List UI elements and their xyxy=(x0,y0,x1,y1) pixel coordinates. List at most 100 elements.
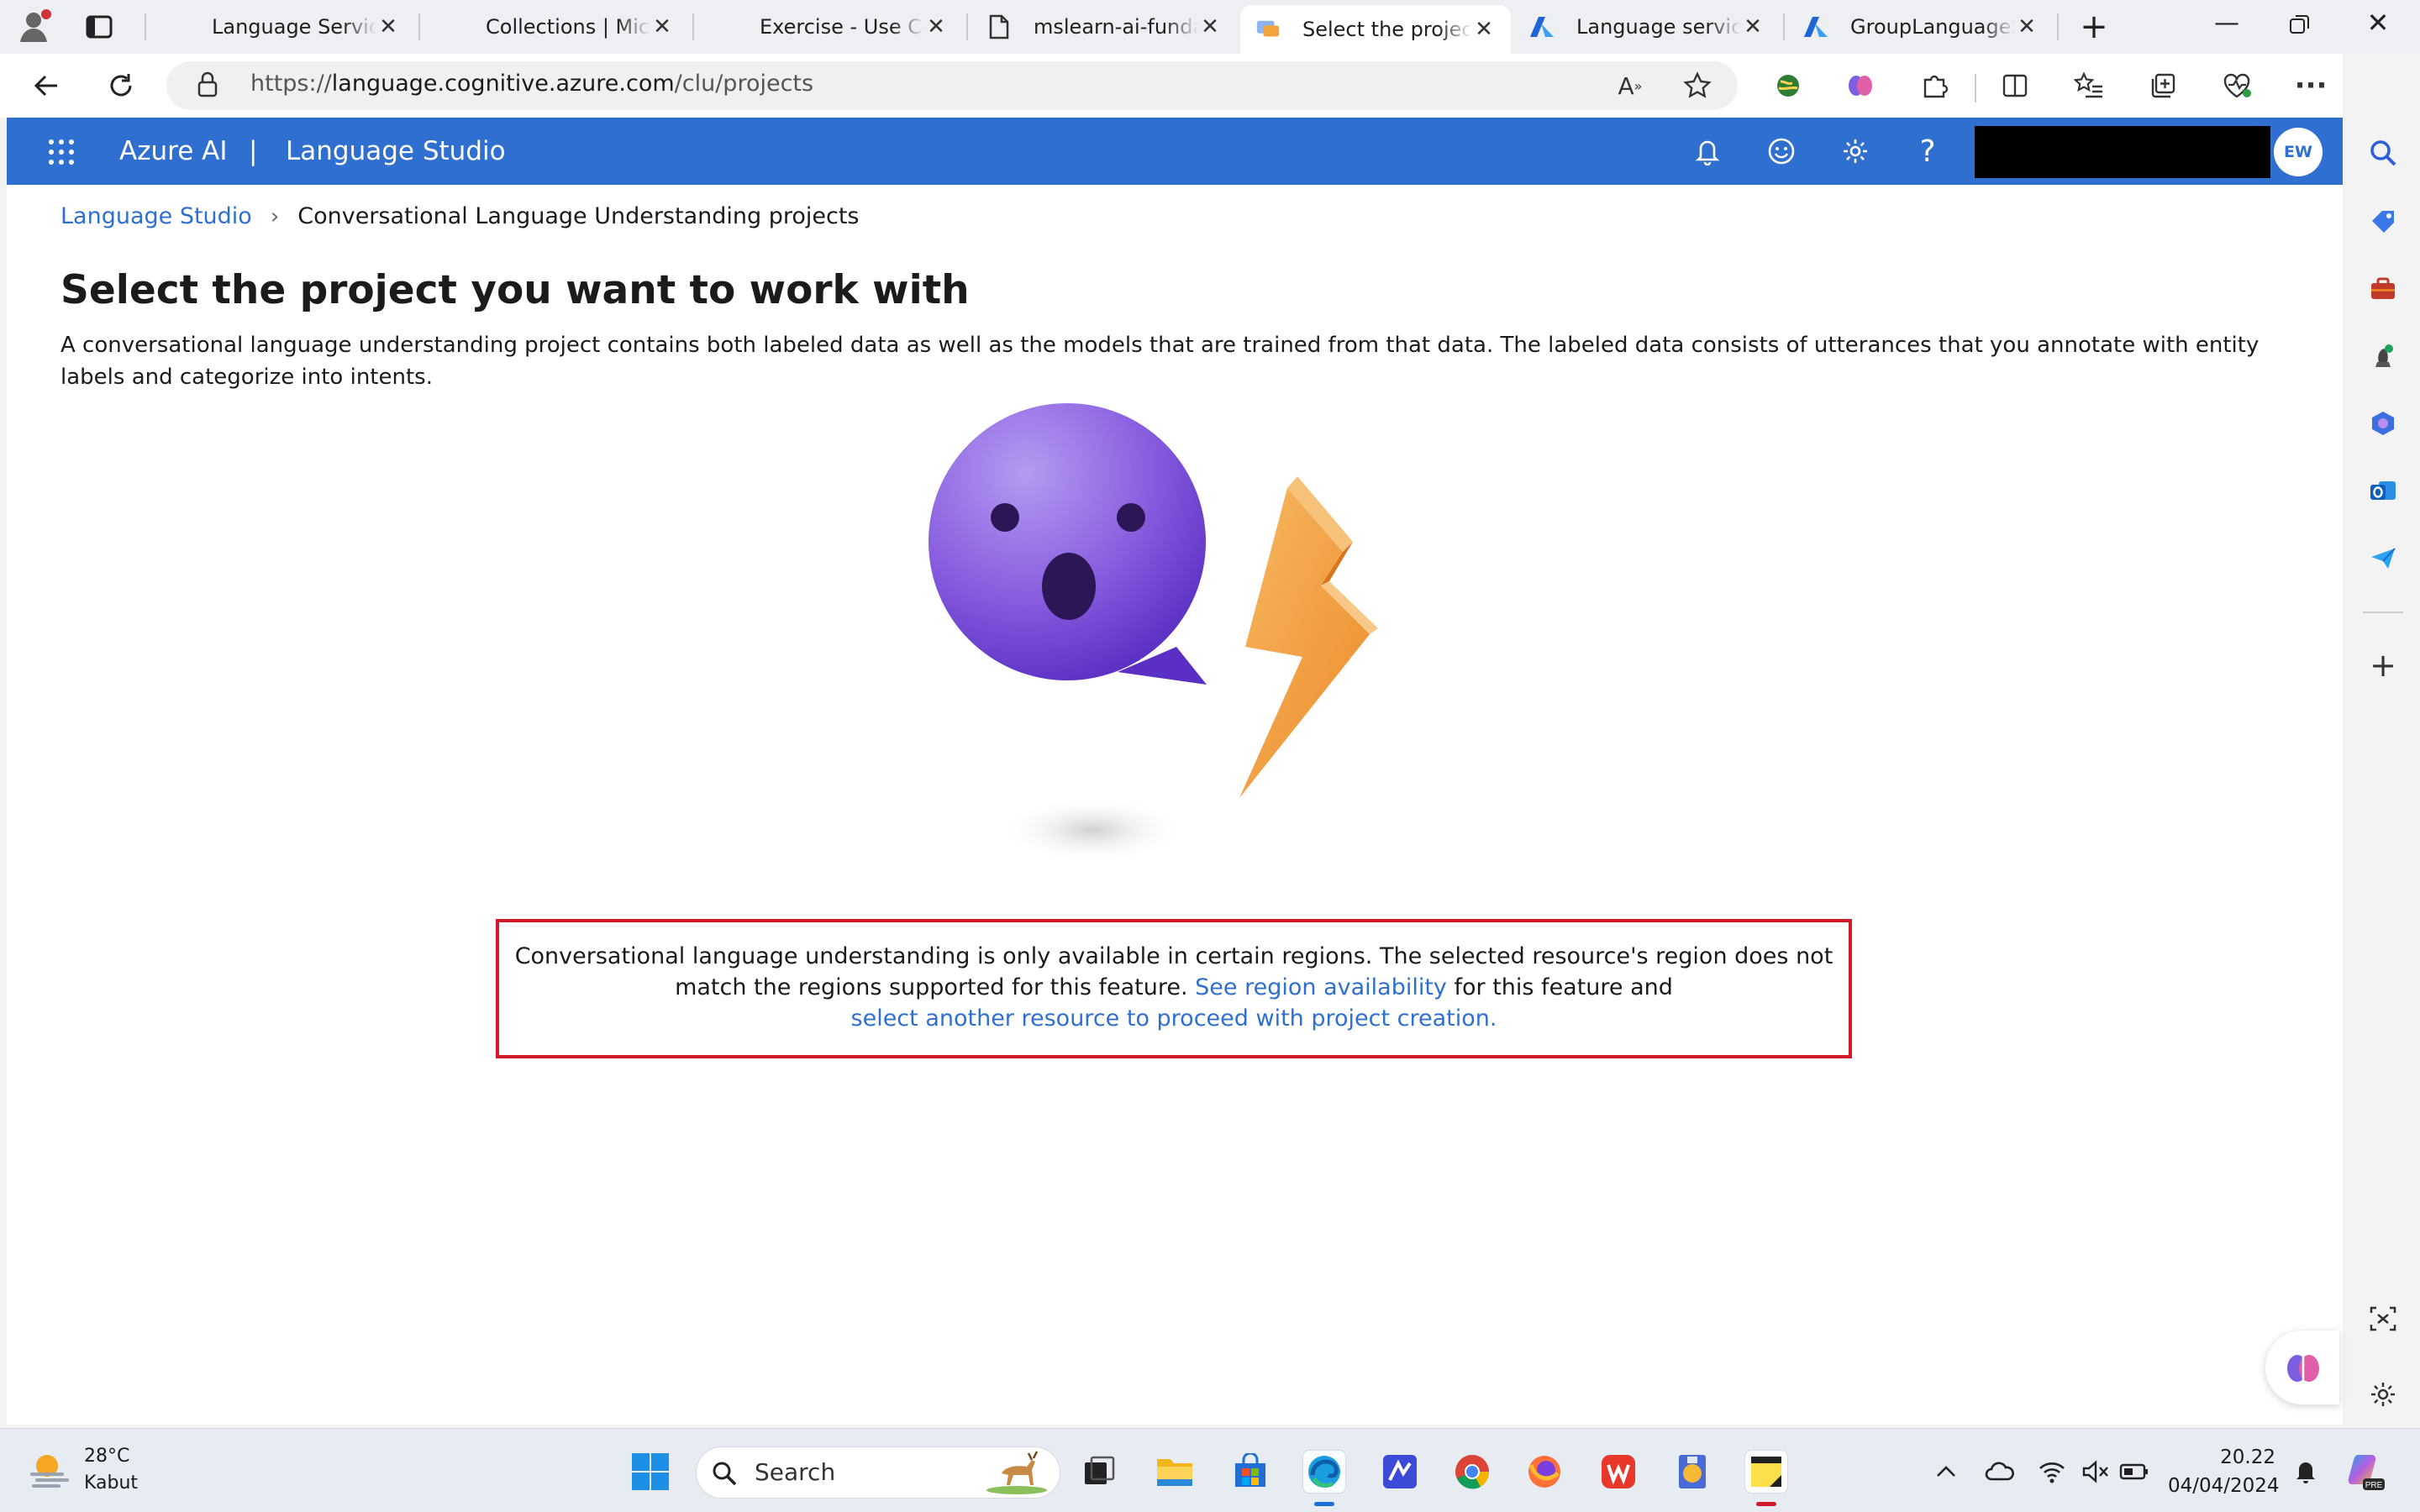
tab-mslearn[interactable]: mslearn-ai-fundam ✕ xyxy=(971,5,1237,49)
sticky-notes-icon[interactable] xyxy=(1744,1450,1788,1494)
show-hidden-icons-chevron-icon[interactable] xyxy=(1931,1457,1961,1487)
sidebar-search-icon[interactable] xyxy=(2366,136,2400,170)
weather-temperature: 28°C xyxy=(84,1446,130,1467)
notifications-bell-icon[interactable] xyxy=(1689,133,1726,170)
clock-time: 20.22 xyxy=(2220,1446,2275,1468)
wifi-icon[interactable] xyxy=(2037,1457,2067,1487)
url-text[interactable]: https://language.cognitive.azure.com/clu… xyxy=(250,71,813,97)
sidebar-shopping-icon[interactable] xyxy=(2366,205,2400,239)
tab-select-project[interactable]: Select the project ✕ xyxy=(1240,5,1511,54)
favorites-list-icon[interactable] xyxy=(2069,66,2109,106)
close-tab-icon[interactable]: ✕ xyxy=(1198,14,1222,39)
tab-exercise[interactable]: Exercise - Use Con ✕ xyxy=(697,5,963,49)
more-menu-icon[interactable]: ··· xyxy=(2291,66,2331,106)
tab-collections[interactable]: Collections | Micro ✕ xyxy=(424,5,689,49)
close-tab-icon[interactable]: ✕ xyxy=(1741,14,1765,39)
tab-group-language[interactable]: GroupLanguageSe ✕ xyxy=(1788,5,2054,49)
sidebar-send-icon[interactable] xyxy=(2366,541,2400,575)
header-divider: | xyxy=(249,136,258,166)
brand-azure-ai[interactable]: Azure AI xyxy=(119,136,227,166)
favorite-star-icon[interactable] xyxy=(1677,66,1718,106)
taskbar-clock[interactable]: 20.22 04/04/2024 xyxy=(2168,1443,2280,1500)
surprised-chat-bubble-illustration xyxy=(929,403,1378,864)
collections-icon[interactable] xyxy=(2143,66,2183,106)
windows-start-icon[interactable] xyxy=(629,1450,672,1494)
sidebar-settings-icon[interactable] xyxy=(2366,1378,2400,1411)
weather-condition: Kabut xyxy=(84,1473,139,1494)
wps-office-icon[interactable] xyxy=(1597,1450,1640,1494)
page-description: A conversational language understanding … xyxy=(60,333,2260,390)
edge-sidebar xyxy=(2343,54,2420,1425)
settings-gear-icon[interactable] xyxy=(1837,133,1874,170)
task-view-icon[interactable] xyxy=(1077,1450,1121,1494)
azure-icon xyxy=(1529,14,1555,39)
microsoft-store-icon[interactable] xyxy=(1228,1450,1272,1494)
read-aloud-icon[interactable]: A» xyxy=(1610,66,1650,106)
app-launcher-icon[interactable] xyxy=(47,138,76,166)
document-icon xyxy=(986,14,1012,39)
copilot-preview-taskbar-icon[interactable]: PRE xyxy=(2344,1452,2386,1494)
onedrive-cloud-icon[interactable] xyxy=(1985,1457,2015,1487)
minimize-window-icon[interactable]: — xyxy=(2210,8,2244,42)
extensions-puzzle-icon[interactable] xyxy=(1914,66,1954,106)
tab-language-service-azure[interactable]: Language service ✕ xyxy=(1514,5,1780,49)
weather-widget[interactable]: 28°C Kabut xyxy=(29,1443,138,1497)
lock-icon[interactable] xyxy=(195,71,225,101)
account-info-redacted[interactable] xyxy=(1975,126,2270,178)
globe-extension-icon[interactable] xyxy=(1768,66,1808,106)
feedback-smiley-icon[interactable] xyxy=(1763,133,1800,170)
battery-icon[interactable] xyxy=(2119,1457,2149,1487)
notice-text: Conversational language understanding is… xyxy=(514,943,1833,1032)
copilot-floating-button[interactable] xyxy=(2265,1331,2339,1404)
region-availability-link[interactable]: See region availability xyxy=(1195,974,1447,1000)
breadcrumb-current: Conversational Language Understanding pr… xyxy=(297,203,860,229)
close-tab-icon[interactable]: ✕ xyxy=(924,14,948,39)
profile-icon[interactable] xyxy=(15,7,54,45)
select-another-resource-link[interactable]: select another resource to proceed with … xyxy=(851,1005,1497,1032)
tab-actions-icon[interactable] xyxy=(84,12,114,42)
weather-sun-haze-icon xyxy=(30,1455,69,1488)
visual-studio-app-icon[interactable] xyxy=(1378,1450,1422,1494)
language-studio-icon xyxy=(1255,17,1281,42)
brain-extension-icon[interactable] xyxy=(1840,66,1881,106)
help-question-icon[interactable]: ? xyxy=(1909,133,1946,170)
sidebar-microsoft365-icon[interactable] xyxy=(2366,407,2400,440)
notification-bell-icon[interactable] xyxy=(2291,1457,2321,1487)
breadcrumb-link-language-studio[interactable]: Language Studio xyxy=(60,203,252,229)
close-window-icon[interactable]: ✕ xyxy=(2361,7,2395,40)
back-arrow-icon[interactable] xyxy=(27,66,67,106)
microsoft-logo-icon xyxy=(439,14,464,39)
volume-muted-icon[interactable] xyxy=(2081,1457,2111,1487)
close-tab-icon[interactable]: ✕ xyxy=(650,14,674,39)
close-tab-icon[interactable]: ✕ xyxy=(2015,14,2039,39)
file-explorer-icon[interactable] xyxy=(1153,1450,1197,1494)
sidebar-outlook-icon[interactable] xyxy=(2366,474,2400,507)
browser-essentials-icon[interactable] xyxy=(2217,66,2257,106)
microsoft-logo-icon xyxy=(713,14,738,39)
search-highlight-deer-icon xyxy=(983,1448,1050,1495)
sidebar-games-icon[interactable] xyxy=(2366,339,2400,373)
restore-window-icon[interactable] xyxy=(2287,12,2317,42)
sidebar-screenshot-icon[interactable] xyxy=(2366,1302,2400,1336)
clock-date: 04/04/2024 xyxy=(2168,1475,2280,1497)
new-tab-icon[interactable]: + xyxy=(2075,8,2112,45)
close-tab-icon[interactable]: ✕ xyxy=(1472,17,1496,42)
chevron-right-icon: › xyxy=(270,203,280,229)
app-badge-icon[interactable] xyxy=(1670,1450,1714,1494)
page-title: Select the project you want to work with xyxy=(60,267,970,313)
chrome-icon[interactable] xyxy=(1450,1450,1494,1494)
product-language-studio[interactable]: Language Studio xyxy=(286,136,506,166)
tab-language-service[interactable]: Language Service ✕ xyxy=(150,5,415,49)
browser-tab-strip: Language Service ✕ Collections | Micro ✕… xyxy=(0,0,2420,54)
sidebar-tools-icon[interactable] xyxy=(2366,272,2400,306)
sidebar-divider xyxy=(2363,612,2403,613)
edge-browser-icon[interactable] xyxy=(1302,1450,1346,1494)
svg-text:PRE: PRE xyxy=(2365,1481,2383,1490)
close-tab-icon[interactable]: ✕ xyxy=(376,14,400,39)
avatar[interactable]: EW xyxy=(2274,128,2323,176)
split-screen-icon[interactable] xyxy=(1995,66,2035,106)
taskbar-search-placeholder: Search xyxy=(755,1458,836,1486)
firefox-icon[interactable] xyxy=(1523,1450,1566,1494)
refresh-icon[interactable] xyxy=(101,66,141,106)
sidebar-add-icon[interactable]: + xyxy=(2366,647,2400,684)
